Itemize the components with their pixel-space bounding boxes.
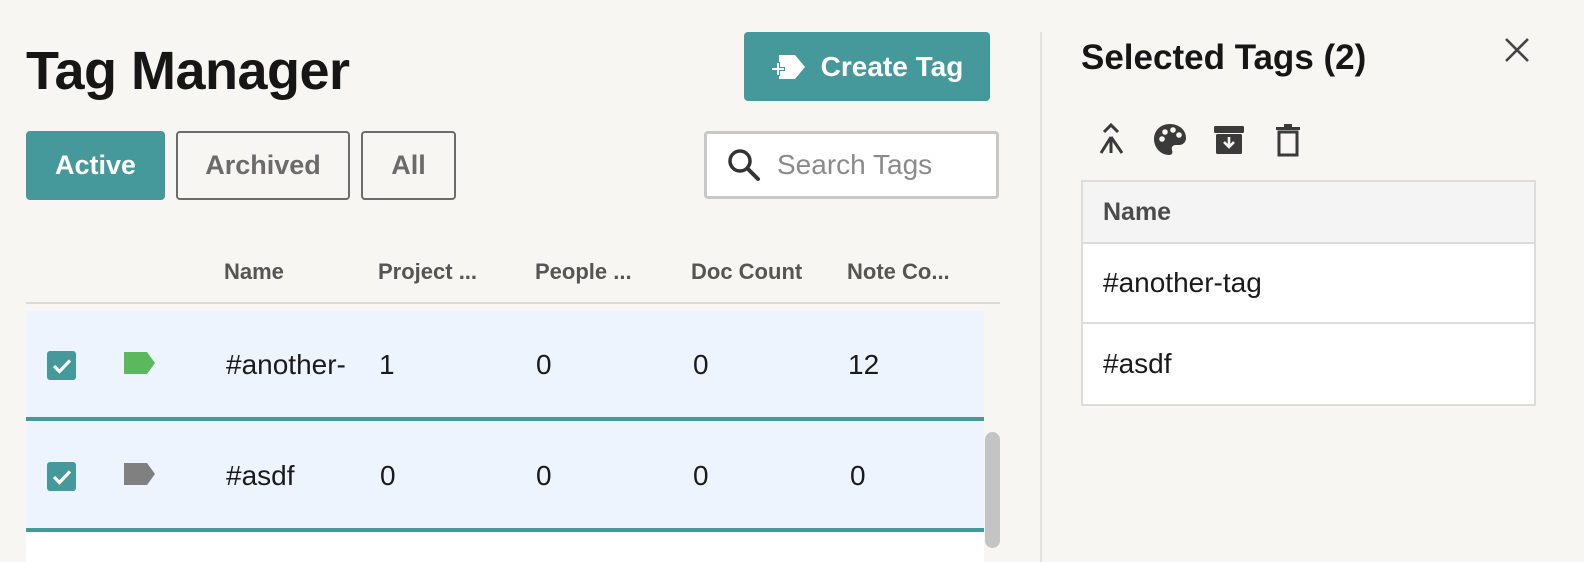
tag-list-pane: Tag Manager Create Tag Active Archived A… [0, 0, 1040, 562]
filter-archived-button[interactable]: Archived [176, 131, 350, 200]
table-row[interactable]: #asdf 0 0 0 0 [26, 422, 984, 532]
create-tag-button[interactable]: Create Tag [744, 32, 990, 101]
table-header: Name Project ... People ... Doc Count No… [26, 245, 1000, 304]
selected-tags-table: Name #another-tag #asdf [1081, 180, 1536, 406]
tag-manager-app: Tag Manager Create Tag Active Archived A… [0, 0, 1584, 562]
panel-title: Selected Tags (2) [1081, 38, 1367, 77]
filter-all-button[interactable]: All [361, 131, 456, 200]
project-count-cell: 0 [380, 460, 396, 491]
selected-tag-row[interactable]: #asdf [1083, 324, 1534, 404]
search-icon [727, 148, 761, 182]
selected-tag-row[interactable]: #another-tag [1083, 244, 1534, 324]
project-count-cell: 1 [379, 349, 395, 380]
note-count-cell: 0 [850, 460, 866, 491]
scrollbar-thumb[interactable] [985, 432, 1000, 548]
row-checkbox[interactable] [47, 351, 76, 380]
table-row[interactable]: #another- 1 0 0 12 [26, 311, 984, 421]
column-header-note-count[interactable]: Note Co... [847, 259, 950, 285]
tag-icon [124, 351, 156, 375]
column-header-name[interactable]: Name [224, 259, 284, 285]
page-title: Tag Manager [26, 41, 350, 101]
palette-icon [1152, 122, 1188, 161]
column-header-project-count[interactable]: Project ... [378, 259, 477, 285]
people-count-cell: 0 [536, 460, 552, 491]
tag-name-cell[interactable]: #asdf [226, 460, 295, 492]
search-box [704, 131, 999, 199]
row-checkbox[interactable] [47, 462, 76, 491]
search-input[interactable] [777, 149, 987, 181]
column-header-doc-count[interactable]: Doc Count [691, 259, 802, 285]
table-row-partial [26, 533, 984, 562]
doc-count-cell: 0 [693, 460, 709, 491]
merge-tags-button[interactable] [1090, 120, 1132, 162]
filter-active-button[interactable]: Active [26, 131, 165, 200]
people-count-cell: 0 [536, 349, 552, 380]
close-panel-button[interactable] [1500, 34, 1534, 68]
create-tag-label: Create Tag [820, 50, 964, 82]
archive-tags-button[interactable] [1208, 120, 1250, 162]
delete-icon [1274, 123, 1302, 160]
selected-tags-column-header: Name [1083, 182, 1534, 244]
tag-icon [124, 462, 156, 486]
close-icon [1503, 36, 1531, 67]
note-count-cell: 12 [848, 349, 880, 380]
merge-icon [1096, 122, 1126, 160]
delete-tags-button[interactable] [1267, 120, 1309, 162]
tag-name-cell[interactable]: #another- [226, 349, 346, 381]
selected-tags-panel: Selected Tags (2) Name #another-tag #asd… [1042, 0, 1584, 562]
change-color-button[interactable] [1149, 120, 1191, 162]
doc-count-cell: 0 [693, 349, 709, 380]
archive-icon [1212, 123, 1246, 160]
add-tag-icon [770, 52, 807, 82]
column-header-people-count[interactable]: People ... [535, 259, 632, 285]
